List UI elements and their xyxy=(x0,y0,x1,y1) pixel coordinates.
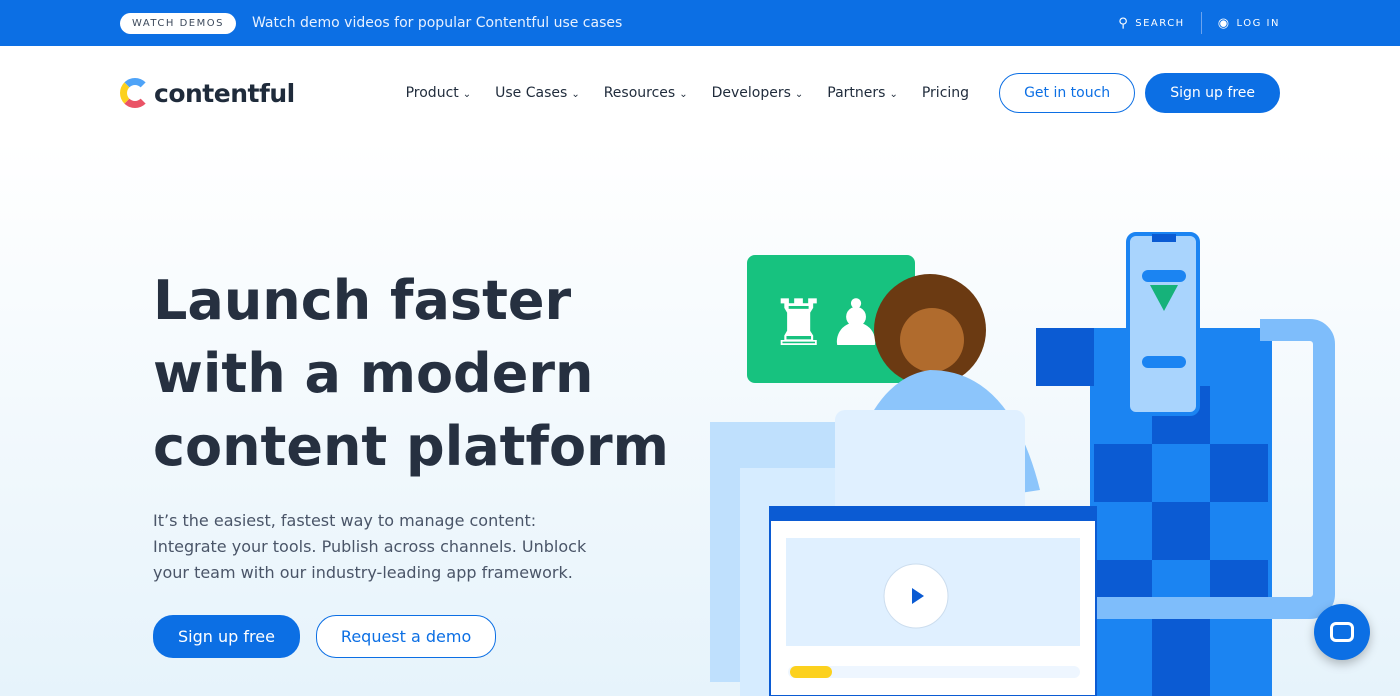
chevron-down-icon: ⌄ xyxy=(679,89,688,100)
hero-subtitle: It’s the easiest, fastest way to manage … xyxy=(153,511,587,582)
chevron-down-icon: ⌄ xyxy=(889,89,898,100)
nav-product[interactable]: Product ⌄ xyxy=(406,85,472,101)
chat-button[interactable] xyxy=(1314,604,1370,660)
chevron-down-icon: ⌄ xyxy=(462,89,472,100)
chevron-down-icon: ⌄ xyxy=(571,89,580,100)
hero-title: Launch faster with a modern content plat… xyxy=(153,269,669,478)
hero-sign-up-button[interactable]: Sign up free xyxy=(153,615,300,658)
watch-demos-badge[interactable]: WATCH DEMOS xyxy=(120,12,236,34)
announcement-link[interactable]: Watch demo videos for popular Contentful… xyxy=(252,15,622,31)
hero-section: Launch faster with a modern content plat… xyxy=(0,140,1400,696)
nav-resources[interactable]: Resources ⌄ xyxy=(604,85,688,101)
main-nav: contentful Product ⌄ Use Cases ⌄ Resources… xyxy=(0,46,1400,140)
nav-partners[interactable]: Partners ⌄ xyxy=(827,85,898,101)
request-demo-button[interactable]: Request a demo xyxy=(315,615,497,658)
user-icon[interactable]: ◉ xyxy=(1218,16,1231,31)
search-icon[interactable]: ⚲ xyxy=(1118,16,1129,31)
nav-use-cases[interactable]: Use Cases ⌄ xyxy=(495,85,580,101)
nav-developers[interactable]: Developers ⌄ xyxy=(712,85,804,101)
logo-text: contentful xyxy=(154,78,295,108)
login-link[interactable]: LOG IN xyxy=(1237,18,1280,29)
nav-pricing[interactable]: Pricing xyxy=(922,85,969,101)
announcement-bar: WATCH DEMOS Watch demo videos for popula… xyxy=(0,0,1400,46)
divider xyxy=(1200,12,1202,34)
chat-bubble-icon xyxy=(1330,622,1354,642)
chevron-down-icon: ⌄ xyxy=(794,89,804,100)
sign-up-button[interactable]: Sign up free xyxy=(1145,73,1280,113)
logo[interactable]: contentful xyxy=(120,78,295,108)
get-in-touch-button[interactable]: Get in touch xyxy=(999,73,1136,113)
hero-illustration: ♜♟♝ xyxy=(710,232,1335,696)
search-link[interactable]: SEARCH xyxy=(1135,18,1184,29)
logo-icon xyxy=(120,78,150,108)
